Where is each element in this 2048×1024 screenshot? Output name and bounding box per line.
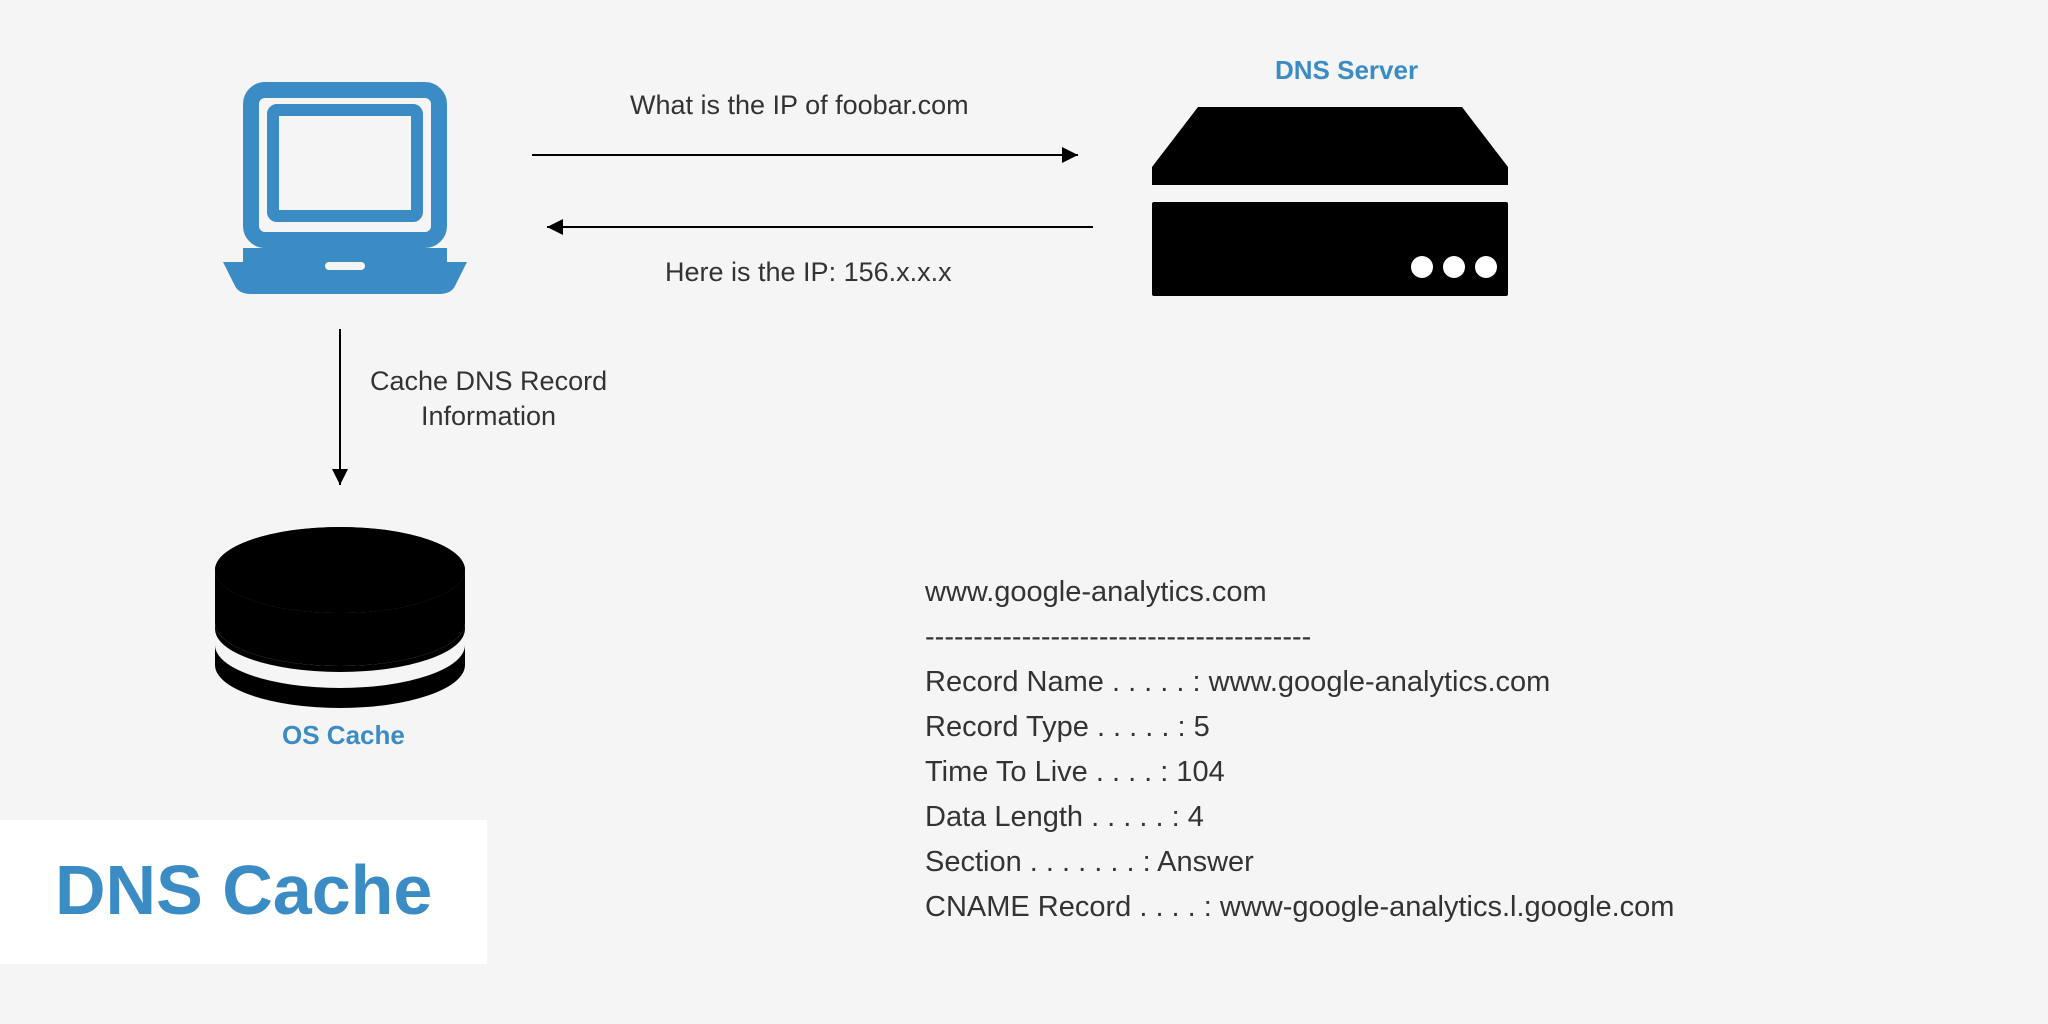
record-cname-line: CNAME Record . . . . : www-google-analyt… — [925, 885, 1674, 930]
dns-server-label: DNS Server — [1275, 55, 1418, 86]
arrow-request — [530, 140, 1095, 170]
record-host: www.google-analytics.com — [925, 570, 1674, 615]
response-label: Here is the IP: 156.x.x.x — [665, 257, 952, 288]
arrow-cache — [325, 327, 355, 502]
os-cache-label: OS Cache — [282, 720, 405, 751]
record-ttl-line: Time To Live . . . . : 104 — [925, 750, 1674, 795]
cache-label-line1: Cache DNS Record — [370, 364, 607, 399]
dns-record-block: www.google-analytics.com ---------------… — [925, 570, 1674, 930]
record-type-line: Record Type . . . . . : 5 — [925, 705, 1674, 750]
record-name-line: Record Name . . . . . : www.google-analy… — [925, 660, 1674, 705]
diagram-title: DNS Cache — [55, 850, 432, 930]
disk-icon — [205, 525, 475, 715]
server-icon — [1140, 95, 1520, 310]
request-label: What is the IP of foobar.com — [630, 90, 969, 121]
record-section-line: Section . . . . . . . : Answer — [925, 840, 1674, 885]
cache-label: Cache DNS Record Information — [370, 364, 607, 434]
record-separator: ---------------------------------------- — [925, 615, 1674, 660]
laptop-icon — [215, 80, 475, 310]
cache-label-line2: Information — [370, 399, 607, 434]
arrow-response — [530, 212, 1095, 242]
title-box: DNS Cache — [0, 820, 487, 964]
record-datalen-line: Data Length . . . . . : 4 — [925, 795, 1674, 840]
